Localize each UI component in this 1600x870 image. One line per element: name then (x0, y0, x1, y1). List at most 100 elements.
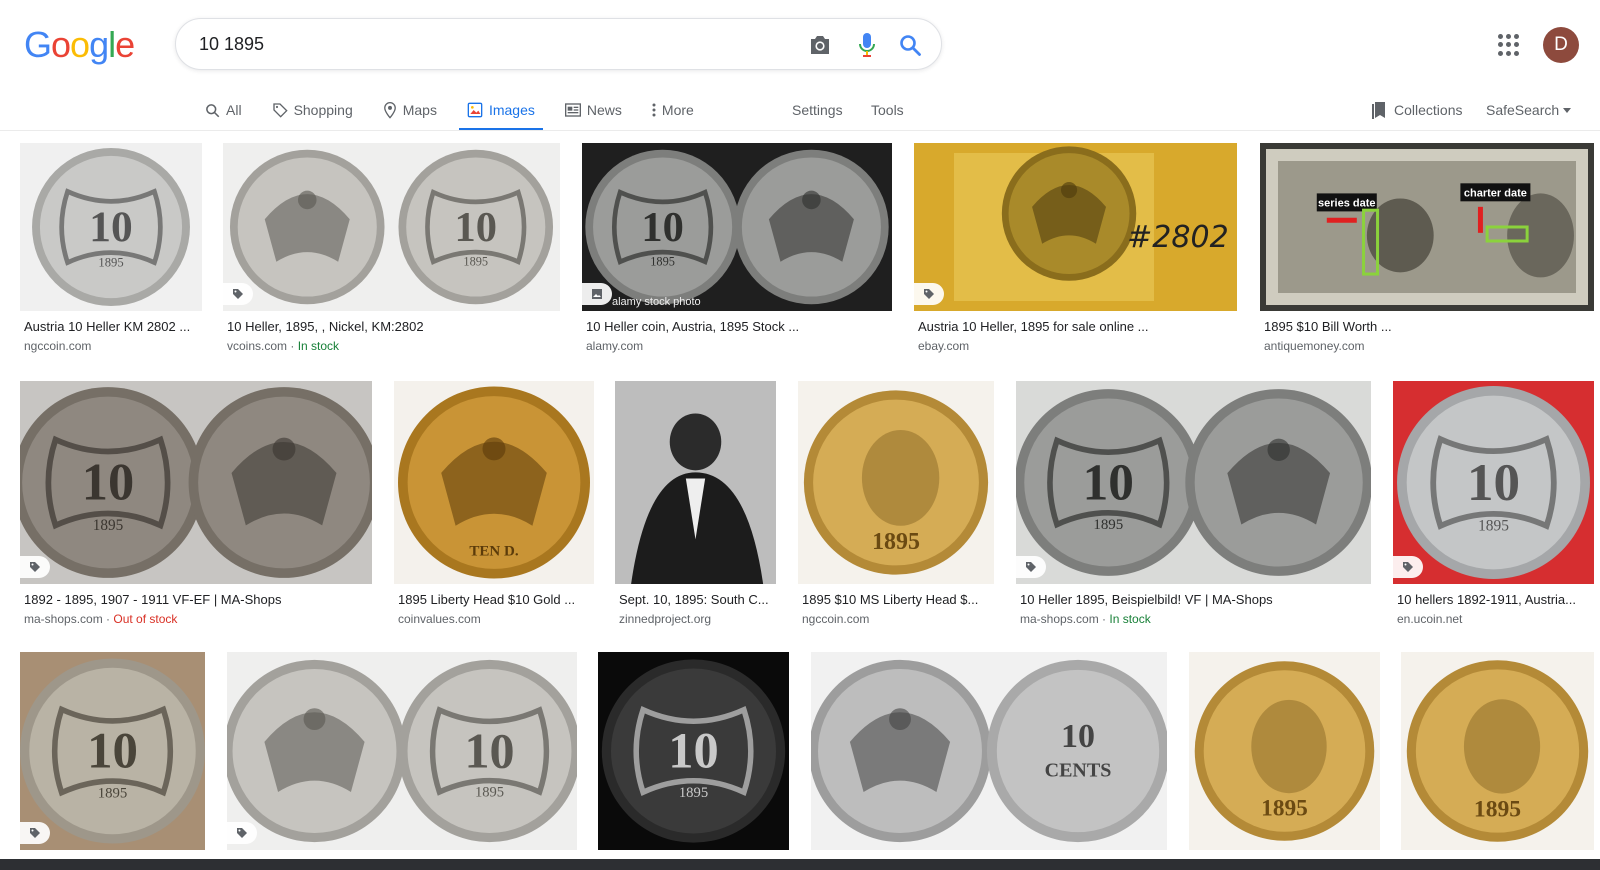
svg-text:1895: 1895 (98, 255, 123, 269)
result-thumbnail[interactable]: 10 1895 (1393, 381, 1594, 584)
tab-more[interactable]: More (644, 90, 702, 130)
result-thumbnail[interactable]: 1895 (1401, 652, 1594, 850)
google-logo[interactable]: Google (24, 24, 135, 66)
svg-text:1895: 1895 (650, 255, 675, 269)
svg-text:1895: 1895 (463, 255, 488, 269)
result-domain: ngccoin.com (802, 612, 870, 626)
tab-all[interactable]: All (197, 90, 250, 130)
separator: · (102, 612, 114, 626)
result-thumbnail[interactable]: 10 CENTS (811, 652, 1167, 850)
search-icon[interactable] (896, 31, 924, 59)
image-result[interactable]: 10 CENTS (811, 652, 1167, 870)
image-result[interactable]: 10 1895 Austria 10 Heller KM 2802 ... ngcco… (20, 143, 202, 359)
stock-status: In stock (1109, 612, 1151, 626)
result-thumbnail[interactable]: 10 1895 (598, 652, 789, 850)
tab-images[interactable]: Images (458, 90, 543, 131)
image-result[interactable]: 10 1895 10 hellers 1892-1911, Austria... en… (1393, 381, 1594, 632)
result-thumbnail[interactable]: 10 1895 (20, 381, 372, 584)
result-thumbnail[interactable]: TEN D. (394, 381, 594, 584)
result-thumbnail[interactable]: 1895 (798, 381, 994, 584)
svg-text:10: 10 (464, 722, 514, 778)
result-thumbnail[interactable]: 10 1895 (227, 652, 577, 850)
collections-link[interactable]: Collections (1372, 96, 1462, 124)
svg-text:1895: 1895 (1093, 517, 1123, 533)
image-result[interactable]: 1895 1895 $10 MS Liberty Head $... ngccoin… (798, 381, 994, 632)
product-tag-icon (1016, 556, 1046, 578)
result-title[interactable]: 10 hellers 1892-1911, Austria... (1397, 592, 1594, 607)
result-thumbnail[interactable]: 10 1895 (223, 143, 560, 311)
tab-maps[interactable]: Maps (375, 90, 445, 130)
result-thumbnail[interactable]: series date charter date (1260, 143, 1594, 311)
logo-letter: o (70, 24, 90, 65)
result-title[interactable]: 10 Heller, 1895, , Nickel, KM:2802 (227, 319, 560, 334)
result-thumbnail[interactable]: 1895 (1189, 652, 1380, 850)
result-thumbnail[interactable]: 10 1895 alamy stock photo (582, 143, 892, 311)
safesearch-dropdown[interactable]: SafeSearch (1486, 96, 1572, 124)
caret-down-icon (1563, 107, 1572, 113)
result-domain: ebay.com (918, 339, 970, 353)
result-thumbnail[interactable]: 10 1895 (1016, 381, 1371, 584)
image-result[interactable]: 10 1895 1892 - 1895, 1907 - 1911 VF-EF | M… (20, 381, 372, 632)
svg-text:1895: 1895 (98, 785, 128, 801)
result-title[interactable]: Austria 10 Heller, 1895 for sale online … (918, 319, 1237, 334)
tab-news[interactable]: News (557, 90, 630, 130)
image-result[interactable]: TEN D. 1895 Liberty Head $10 Gold ... coin… (394, 381, 594, 632)
result-title[interactable]: Sept. 10, 1895: South C... (619, 592, 776, 607)
image-result[interactable]: #2802 Austria 10 Heller, 1895 for sale on… (914, 143, 1237, 359)
result-source: coinvalues.com (398, 612, 481, 626)
camera-icon[interactable] (806, 31, 834, 59)
image-result[interactable]: 1895 (1401, 652, 1594, 870)
image-result[interactable]: series date charter date 1895 $10 Bill Wor… (1260, 143, 1594, 359)
result-domain: ma-shops.com (1020, 612, 1099, 626)
microphone-icon[interactable] (853, 31, 881, 59)
logo-letter: l (108, 24, 116, 65)
result-thumbnail[interactable] (615, 381, 776, 584)
image-result[interactable]: 10 1895 10 Heller 1895, Beispielbild! VF |… (1016, 381, 1371, 632)
search-box[interactable]: 10 1895 (175, 18, 942, 70)
result-domain: antiquemoney.com (1264, 339, 1365, 353)
news-icon (564, 103, 581, 117)
svg-text:1895: 1895 (872, 529, 920, 555)
settings-link[interactable]: Settings (792, 90, 843, 130)
search-input[interactable]: 10 1895 (199, 34, 264, 55)
image-icon (467, 102, 483, 118)
image-result[interactable]: 10 1895 (227, 652, 577, 870)
image-result[interactable]: 10 1895 (20, 652, 205, 870)
result-title[interactable]: 10 Heller coin, Austria, 1895 Stock ... (586, 319, 892, 334)
product-tag-icon (223, 283, 253, 305)
result-source: ngccoin.com (802, 612, 869, 626)
bookmark-icon (1372, 102, 1385, 119)
result-title[interactable]: 1895 Liberty Head $10 Gold ... (398, 592, 594, 607)
tab-label: Maps (402, 102, 437, 118)
tab-shopping[interactable]: Shopping (264, 90, 361, 130)
result-title[interactable]: 1895 $10 MS Liberty Head $... (802, 592, 994, 607)
result-thumbnail[interactable]: #2802 (914, 143, 1237, 311)
tools-link[interactable]: Tools (871, 90, 904, 130)
avatar[interactable]: D (1543, 27, 1579, 63)
stock-status: Out of stock (113, 612, 178, 626)
result-domain: vcoins.com (227, 339, 288, 353)
apps-grid-icon[interactable] (1498, 34, 1520, 56)
tab-label: All (226, 102, 242, 118)
result-title[interactable]: 10 Heller 1895, Beispielbild! VF | MA-Sh… (1020, 592, 1371, 607)
image-result[interactable]: Sept. 10, 1895: South C... zinnedproject.… (615, 381, 776, 632)
image-result[interactable]: 10 1895 (598, 652, 789, 870)
product-tag-icon (20, 822, 50, 844)
header-divider (0, 130, 1600, 131)
image-result[interactable]: 10 1895 10 Heller, 1895, , Nickel, KM:2802… (223, 143, 560, 359)
collections-label: Collections (1394, 102, 1463, 118)
window-bottom-bar (0, 859, 1600, 870)
tab-label: News (586, 102, 622, 118)
logo-letter: g (89, 24, 109, 65)
result-source: ngccoin.com (24, 339, 91, 353)
svg-text:10: 10 (455, 204, 498, 251)
result-title[interactable]: 1892 - 1895, 1907 - 1911 VF-EF | MA-Shop… (24, 592, 372, 607)
svg-text:1895: 1895 (93, 517, 124, 534)
result-thumbnail[interactable]: 10 1895 (20, 143, 202, 311)
image-result[interactable]: 1895 (1189, 652, 1380, 870)
result-thumbnail[interactable]: 10 1895 (20, 652, 205, 850)
image-result[interactable]: 10 1895 alamy stock photo 10 Heller coin, A… (582, 143, 892, 359)
svg-text:#2802: #2802 (1127, 220, 1228, 255)
result-title[interactable]: 1895 $10 Bill Worth ... (1264, 319, 1594, 334)
result-title[interactable]: Austria 10 Heller KM 2802 ... (24, 319, 202, 334)
